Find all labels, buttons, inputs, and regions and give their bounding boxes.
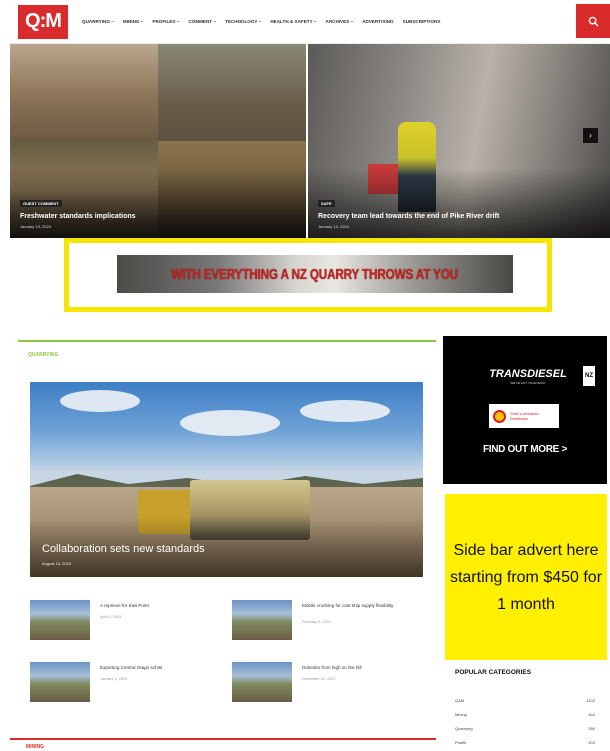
news-thumbnail[interactable] <box>30 600 90 640</box>
category-row[interactable]: Mining 444 <box>455 712 595 717</box>
news-thumbnail[interactable] <box>30 662 90 702</box>
news-thumbnail[interactable] <box>232 600 292 640</box>
hero-left-image-part <box>158 44 306 141</box>
news-title[interactable]: Dolomite from high on the hill <box>302 665 422 671</box>
cloud <box>60 390 140 412</box>
hero-shade <box>308 168 610 238</box>
sidebar-advert-transdiesel[interactable]: TRANSDIESEL WE'VE GOT YOUR BACK NZ Shell… <box>443 336 607 484</box>
category-row[interactable]: Quarrying 390 <box>455 726 595 731</box>
hero-right-date: January 13, 2024 <box>318 224 349 229</box>
nav-item-quarrying[interactable]: QUARRYING ~ <box>82 19 114 24</box>
advert-text: Side bar advert here starting from $450 … <box>449 541 603 613</box>
site-logo[interactable]: Q:M <box>18 4 68 39</box>
nav-item-mining[interactable]: MINING ~ <box>123 19 144 24</box>
news-title[interactable]: Exporting Central Otago schist <box>100 665 220 671</box>
news-item[interactable]: A reprieve for Kiwi Point April 3, 2024 <box>30 600 220 642</box>
news-title[interactable]: A reprieve for Kiwi Point <box>100 603 220 609</box>
category-label[interactable]: Quarrying <box>455 726 473 731</box>
popular-title: POPULAR CATEGORIES <box>455 669 532 676</box>
hero-right-tag[interactable]: SAFE <box>318 200 335 207</box>
slider-next-button[interactable]: › <box>583 128 598 143</box>
main-nav: QUARRYING ~ MINING ~ PROFILES ~ COMMENT … <box>82 19 440 24</box>
ad-nz-badge: NZ <box>583 366 595 386</box>
news-date: January 4, 2024 <box>100 677 128 681</box>
section-divider <box>18 340 436 342</box>
nav-item-technology[interactable]: TECHNOLOGY ~ <box>225 19 261 24</box>
category-label[interactable]: Q&M <box>455 698 464 703</box>
section-label-mining[interactable]: MINING <box>26 744 44 750</box>
nav-item-health-safety[interactable]: HEALTH & SAFETY ~ <box>270 19 316 24</box>
hero-left-title[interactable]: Freshwater standards implications <box>20 213 136 220</box>
banner-text: WITH EVERYTHING A NZ QUARRY THROWS AT YO… <box>171 265 459 283</box>
nav-item-subscriptions[interactable]: SUBSCRIPTIONS <box>403 19 441 24</box>
news-thumbnail[interactable] <box>232 662 292 702</box>
hero-left-image <box>10 44 158 141</box>
hero-story-right[interactable]: SAFE Recovery team lead towards the end … <box>308 44 610 238</box>
banner-highlight: WITH EVERYTHING A NZ QUARRY THROWS AT YO… <box>64 238 552 312</box>
search-button[interactable] <box>576 4 610 38</box>
section-divider-mining <box>10 738 436 740</box>
category-count: 203 <box>588 740 595 745</box>
category-label[interactable]: Mining <box>455 712 467 717</box>
news-date: February 6, 2024 <box>302 620 331 624</box>
category-label[interactable]: Profile <box>455 740 466 745</box>
shell-logo-icon <box>493 409 506 423</box>
category-count: 1102 <box>586 698 595 703</box>
cloud <box>180 410 280 436</box>
section-label-quarrying[interactable]: QUARRYING <box>28 352 58 358</box>
ad-tagline: WE'VE GOT YOUR BACK <box>510 381 546 385</box>
shell-line2: Distributor <box>510 416 529 421</box>
main-content: QUARRYING Collaboration sets new standar… <box>18 340 436 730</box>
category-row[interactable]: Profile 203 <box>455 740 595 745</box>
ad-brand: TRANSDIESEL <box>489 368 567 380</box>
nav-item-advertising[interactable]: ADVERTISING <box>362 19 393 24</box>
category-count: 390 <box>588 726 595 731</box>
nav-item-profiles[interactable]: PROFILES ~ <box>152 19 179 24</box>
ad-cta[interactable]: FIND OUT MORE > <box>443 444 607 455</box>
news-item[interactable]: Exporting Central Otago schist January 4… <box>30 662 220 704</box>
news-item[interactable]: Dolomite from high on the hill December … <box>232 662 422 704</box>
popular-categories: POPULAR CATEGORIES Q&M 1102 Mining 444 Q… <box>443 660 607 751</box>
news-date: April 3, 2024 <box>100 615 122 619</box>
news-title[interactable]: Mobile crushing for cost ship supply fle… <box>302 603 422 609</box>
site-header: Q:M QUARRYING ~ MINING ~ PROFILES ~ COMM… <box>10 0 610 44</box>
news-item[interactable]: Mobile crushing for cost ship supply fle… <box>232 600 422 642</box>
sidebar-advert-placeholder: Side bar advert here starting from $450 … <box>445 494 607 660</box>
nav-item-archives[interactable]: ARCHIVES ~ <box>326 19 354 24</box>
hero-story-left[interactable]: GUEST COMMENT Freshwater standards impli… <box>10 44 308 238</box>
feature-title[interactable]: Collaboration sets new standards <box>42 543 205 555</box>
news-date: December 20, 2023 <box>302 677 336 681</box>
hero-left-date: January 13, 2024 <box>20 224 51 229</box>
category-row[interactable]: Q&M 1102 <box>455 698 595 703</box>
nav-item-comment[interactable]: COMMENT ~ <box>188 19 216 24</box>
search-icon <box>588 16 599 27</box>
shell-badge: Shell Lubricants Distributor <box>489 404 559 428</box>
cloud <box>300 400 390 422</box>
shell-text: Shell Lubricants Distributor <box>510 411 538 421</box>
hero-slider: GUEST COMMENT Freshwater standards impli… <box>10 44 610 238</box>
featured-story[interactable]: Collaboration sets new standards August … <box>30 382 423 577</box>
banner-advert[interactable]: WITH EVERYTHING A NZ QUARRY THROWS AT YO… <box>117 255 513 293</box>
category-count: 444 <box>588 712 595 717</box>
feature-date: August 13, 2024 <box>42 561 72 566</box>
hero-right-title[interactable]: Recovery team lead towards the end of Pi… <box>318 213 499 220</box>
hero-left-tag[interactable]: GUEST COMMENT <box>20 200 62 207</box>
